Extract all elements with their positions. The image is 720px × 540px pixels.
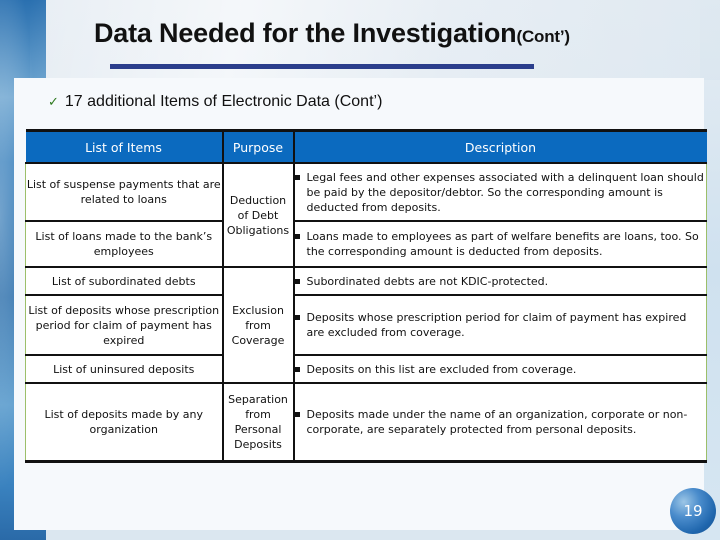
bullet-square-icon	[294, 174, 300, 180]
description-text: Subordinated debts are not KDIC-protecte…	[306, 274, 549, 288]
item-cell: List of uninsured deposits	[25, 355, 224, 384]
table-row: List of deposits whose prescription peri…	[25, 295, 707, 356]
slide-title: Data Needed for the Investigation(Cont’)	[94, 18, 570, 49]
bullet-square-icon	[294, 234, 300, 239]
table-row: List of loans made to the bank’s employe…	[25, 221, 707, 268]
item-cell: List of subordinated debts	[25, 267, 224, 296]
description-cell: Subordinated debts are not KDIC-protecte…	[292, 267, 707, 296]
purpose-cell: Deduction of Debt Obligations	[221, 163, 295, 268]
checkmark-icon: ✓	[48, 94, 59, 109]
description-cell: Deposits on this list are excluded from …	[292, 355, 707, 384]
purpose-cell: Separation from Personal Deposits	[221, 383, 295, 463]
item-cell: List of deposits whose prescription peri…	[25, 295, 224, 356]
item-cell: List of loans made to the bank’s employe…	[25, 221, 224, 268]
table-row: List of deposits made by any organizatio…	[25, 383, 707, 463]
subtitle-bullet: ✓ 17 additional Items of Electronic Data …	[48, 93, 382, 111]
page-number: 19	[683, 502, 703, 520]
slide-title-text: Data Needed for the Investigation	[94, 18, 517, 48]
item-cell: List of suspense payments that are relat…	[25, 163, 224, 222]
description-text: Loans made to employees as part of welfa…	[306, 230, 699, 258]
bullet-square-icon	[294, 278, 300, 284]
description-text: Deposits made under the name of an organ…	[306, 407, 688, 436]
bullet-square-icon	[294, 366, 300, 372]
bullet-square-icon	[294, 315, 300, 320]
description-cell: Loans made to employees as part of welfa…	[292, 221, 707, 268]
slide-title-suffix: (Cont’)	[516, 27, 570, 46]
page-number-badge: 19	[670, 488, 716, 534]
title-area: Data Needed for the Investigation(Cont’)	[46, 0, 720, 78]
header-list-of-items: List of Items	[25, 129, 224, 164]
description-cell: Legal fees and other expenses associated…	[292, 163, 707, 222]
subtitle-text: 17 additional Items of Electronic Data (…	[64, 93, 383, 110]
item-cell: List of deposits made by any organizatio…	[25, 383, 224, 463]
purpose-cell: Exclusion from Coverage	[221, 267, 295, 384]
table-row: List of uninsured deposits Deposits on t…	[25, 355, 707, 384]
description-text: Deposits whose prescription period for c…	[306, 311, 687, 339]
bullet-square-icon	[294, 411, 300, 417]
table-header-row: List of Items Purpose Description	[25, 129, 707, 164]
description-text: Deposits on this list are excluded from …	[306, 362, 577, 376]
header-purpose: Purpose	[221, 129, 295, 164]
data-items-table: List of Items Purpose Description List o…	[25, 129, 707, 463]
description-cell: Deposits made under the name of an organ…	[292, 383, 707, 463]
table-row: List of subordinated debts Exclusion fro…	[25, 267, 707, 384]
table-row: List of suspense payments that are relat…	[25, 163, 707, 268]
header-description: Description	[292, 129, 707, 164]
description-text: Legal fees and other expenses associated…	[306, 170, 704, 214]
description-cell: Deposits whose prescription period for c…	[292, 295, 707, 356]
title-underline	[110, 64, 534, 69]
